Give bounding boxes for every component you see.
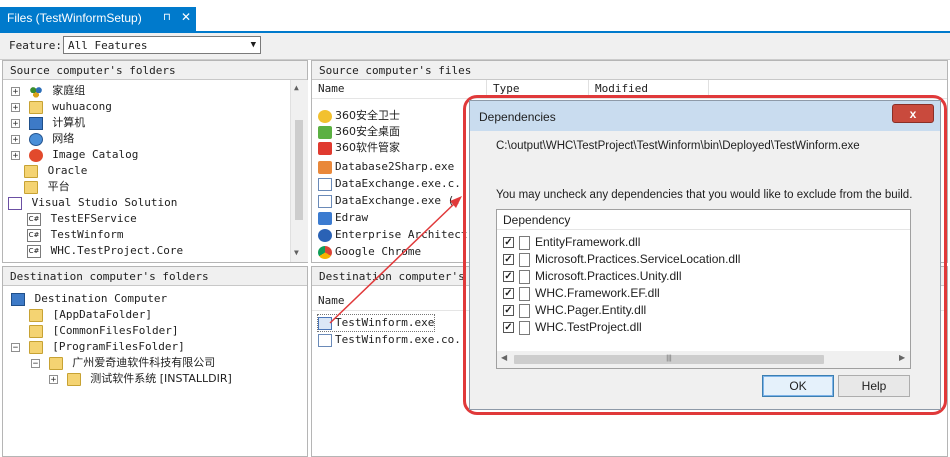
dialog-title: Dependencies: [479, 110, 556, 124]
checkbox[interactable]: ✓: [503, 271, 514, 283]
dialog-title-bar: Dependencies: [470, 101, 940, 131]
dependency-name: WHC.TestProject.dll: [535, 320, 642, 334]
dll-file-icon: [519, 286, 530, 301]
dll-file-icon: [519, 235, 530, 250]
dependency-item[interactable]: ✓ Microsoft.Practices.Unity.dll: [503, 268, 681, 285]
dependency-item[interactable]: ✓ WHC.Framework.EF.dll: [503, 285, 660, 302]
dependencies-dialog: Dependencies x C:\output\WHC\TestProject…: [469, 100, 941, 410]
dll-file-icon: [519, 252, 530, 267]
dll-file-icon: [519, 269, 530, 284]
dependency-hscrollbar[interactable]: ◀ ||| ▶: [497, 351, 910, 368]
checkbox[interactable]: ✓: [503, 288, 514, 300]
dependency-list: Dependency ✓ EntityFramework.dll ✓ Microso…: [496, 209, 911, 369]
checkbox[interactable]: ✓: [503, 322, 514, 334]
checkbox[interactable]: ✓: [503, 237, 514, 249]
help-button[interactable]: Help: [838, 375, 910, 397]
dialog-message: You may uncheck any dependencies that yo…: [496, 189, 913, 201]
scroll-thumb[interactable]: |||: [514, 355, 824, 364]
dependency-item[interactable]: ✓ WHC.TestProject.dll: [503, 319, 642, 336]
dependency-name: Microsoft.Practices.Unity.dll: [535, 269, 682, 283]
scroll-right-icon[interactable]: ▶: [899, 353, 905, 362]
dependency-name: Microsoft.Practices.ServiceLocation.dll: [535, 252, 741, 266]
dependency-item[interactable]: ✓ WHC.Pager.Entity.dll: [503, 302, 646, 319]
checkbox[interactable]: ✓: [503, 305, 514, 317]
dependency-name: WHC.Framework.EF.dll: [535, 286, 660, 300]
dependency-name: EntityFramework.dll: [535, 235, 641, 249]
dialog-close-button[interactable]: x: [892, 104, 934, 123]
dependency-name: WHC.Pager.Entity.dll: [535, 303, 647, 317]
ok-button[interactable]: OK: [762, 375, 834, 397]
dependency-item[interactable]: ✓ Microsoft.Practices.ServiceLocation.dll: [503, 251, 740, 268]
dependency-column-header[interactable]: Dependency: [497, 210, 910, 230]
dialog-path-text: C:\output\WHC\TestProject\TestWinform\bi…: [496, 140, 860, 152]
dll-file-icon: [519, 303, 530, 318]
dependency-item[interactable]: ✓ EntityFramework.dll: [503, 234, 640, 251]
dll-file-icon: [519, 320, 530, 335]
scroll-left-icon[interactable]: ◀: [501, 353, 507, 362]
checkbox[interactable]: ✓: [503, 254, 514, 266]
